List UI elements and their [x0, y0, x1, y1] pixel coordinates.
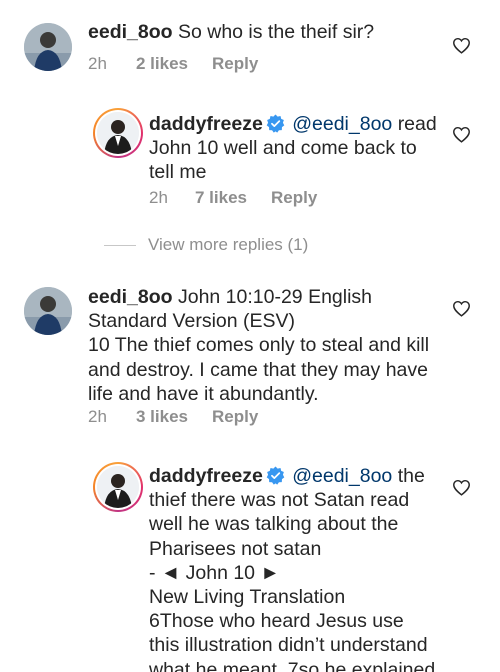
mention-link[interactable]: @eedi_8oo [292, 465, 392, 487]
comment-text: daddyfreeze @eedi_8oo the thief there wa… [149, 464, 454, 672]
comment-body-line: thief there was not Satan read [149, 489, 410, 512]
comment-username[interactable]: daddyfreeze [149, 113, 263, 135]
reply-button[interactable]: Reply [212, 54, 258, 74]
view-more-replies-label[interactable]: View more replies (1) [148, 235, 308, 255]
comment-username[interactable]: eedi_8oo [88, 21, 173, 43]
comment-body-line: New Living Translation [149, 586, 346, 609]
comment-time: 2h [88, 407, 107, 426]
avatar[interactable] [93, 462, 143, 512]
comment-body-line: So who is the theif sir? [177, 21, 375, 43]
comment-body-line: well he was talking about the [149, 513, 399, 536]
comment-first-line: eedi_8oo John 10:10-29 English [88, 285, 448, 309]
comment-body-line: and destroy. I came that they may have [88, 358, 428, 381]
reply-button[interactable]: Reply [271, 188, 317, 208]
comment-body-line: John 10 well and come back to [149, 137, 417, 160]
comment-body-line: tell me [149, 161, 207, 184]
comment-body-line: 10 The thief comes only to steal and kil… [88, 334, 430, 357]
comment-likes[interactable]: 2 likes [136, 54, 188, 74]
comment-body-line: Standard Version (ESV) [88, 310, 296, 333]
comment-likes[interactable]: 3 likes [136, 407, 188, 427]
comment-time: 2h [149, 188, 168, 207]
comment-username[interactable]: eedi_8oo [88, 286, 173, 308]
heart-outline-icon[interactable] [452, 300, 471, 317]
comment-likes[interactable]: 7 likes [195, 188, 247, 208]
comment-body-line: John 10:10-29 English [177, 286, 373, 308]
comment-text: daddyfreeze @eedi_8oo read John 10 well … [149, 112, 449, 185]
user-avatar-image [97, 112, 139, 154]
heart-outline-icon[interactable] [452, 126, 471, 143]
comment-body-line: read [397, 113, 437, 135]
avatar[interactable] [93, 108, 143, 158]
comment-first-line: daddyfreeze @eedi_8oo the [149, 464, 454, 488]
comment-text: eedi_8oo So who is the theif sir? [88, 20, 448, 44]
mention-link[interactable]: @eedi_8oo [292, 113, 392, 135]
avatar[interactable] [24, 23, 72, 71]
comment-body-line: the [397, 465, 425, 487]
comment-body-line: 6Those who heard Jesus use [149, 610, 404, 633]
verified-badge-icon [266, 466, 285, 485]
reply-button[interactable]: Reply [212, 407, 258, 427]
comment-username[interactable]: daddyfreeze [149, 465, 263, 487]
verified-badge-icon [266, 114, 285, 133]
comment-body-line: life and have it abundantly. [88, 382, 319, 405]
heart-outline-icon[interactable] [452, 37, 471, 54]
divider [104, 245, 136, 246]
comment-body-line: - ◄ John 10 ► [149, 561, 280, 584]
user-avatar-image [24, 287, 72, 335]
avatar[interactable] [24, 287, 72, 335]
comment-time: 2h [88, 54, 107, 73]
comment-body-line: this illustration didn’t understand [149, 634, 428, 657]
comment-text: eedi_8oo John 10:10-29 English Standard … [88, 285, 448, 406]
heart-outline-icon[interactable] [452, 479, 471, 496]
comment-body-line: Pharisees not satan [149, 537, 322, 560]
user-avatar-image [24, 23, 72, 71]
comment-body-line: what he meant, 7so he explained [149, 658, 436, 672]
comment-first-line: daddyfreeze @eedi_8oo read [149, 112, 449, 136]
user-avatar-image [97, 466, 139, 508]
